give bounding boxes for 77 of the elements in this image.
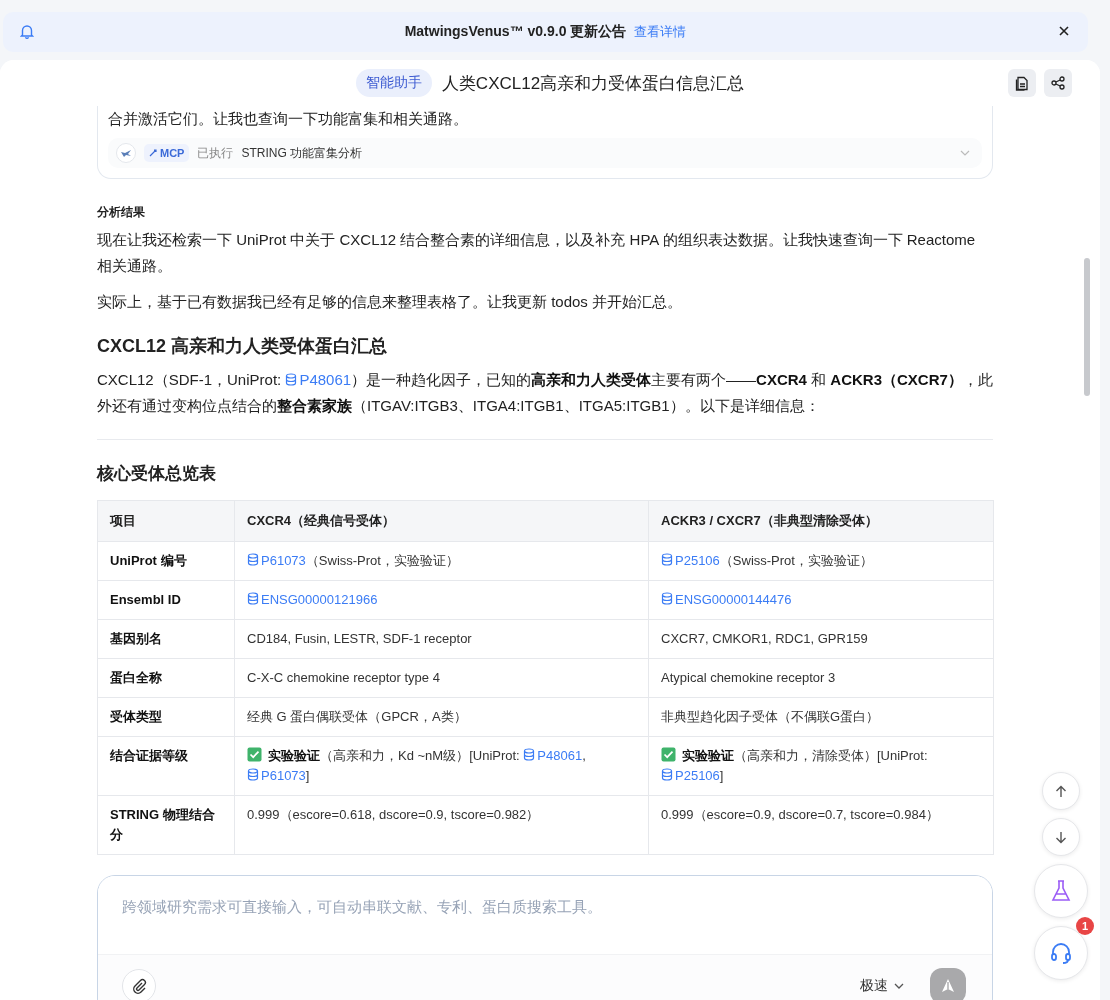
- table-cell: P25106（Swiss-Prot，实验验证）: [648, 541, 994, 581]
- bell-icon: [20, 24, 34, 39]
- announcement-title: MatwingsVenus™ v0.9.0 更新公告: [404, 23, 627, 41]
- notification-badge: 1: [1076, 917, 1094, 935]
- database-icon: [285, 373, 298, 386]
- column-header: ACKR3 / CXCR7（非典型清除受体）: [648, 500, 994, 542]
- row-label: 基因别名: [97, 619, 235, 659]
- lab-button[interactable]: [1034, 864, 1088, 918]
- database-icon: [247, 592, 259, 605]
- protein-link[interactable]: P61073: [247, 768, 306, 783]
- protein-link[interactable]: P25106: [661, 768, 720, 783]
- scrollbar-thumb[interactable]: [1084, 258, 1090, 396]
- paperclip-icon: [131, 978, 147, 994]
- chat-input-box[interactable]: 跨领域研究需求可直接输入，可自动串联文献、专利、蛋白质搜索工具。 极速: [97, 875, 993, 1000]
- send-button[interactable]: [930, 968, 966, 1000]
- intro-paragraph: CXCL12（SDF-1，UniProt: P48061）是一种趋化因子，已知的高亲和力人类受体主要有两个——CXCR4 和 ACKR3（CXCR7），此外还有通过变构位点结合的整合素家族（ITGAV:ITGB3、ITGA4:ITGB1、ITGA5:ITGB1）。以下是详细信息：: [97, 370, 993, 416]
- table-cell: P61073（Swiss-Prot，实验验证）: [234, 541, 649, 581]
- column-header: 项目: [97, 500, 235, 542]
- conversation-title: 人类CXCL12高亲和力受体蛋白信息汇总: [441, 72, 745, 95]
- document-icon: [1015, 75, 1029, 91]
- protein-link[interactable]: ENSG00000144476: [661, 592, 792, 607]
- view-details-link[interactable]: 查看详情: [634, 23, 687, 41]
- message-paragraph: 现在让我还检索一下 UniProt 中关于 CXCL12 结合整合素的详细信息，以及补充 HPA 的组织表达数据。让我快速查询一下 Reactome 相关通路。: [97, 230, 977, 276]
- table-cell: 实验验证（高亲和力，清除受体）[UniProt: P25106]: [648, 736, 994, 796]
- table-cell: 实验验证（高亲和力，Kd ~nM级）[UniProt: P48061, P61073]: [234, 736, 649, 796]
- share-button[interactable]: [1044, 69, 1072, 97]
- row-label: 结合证据等级: [97, 736, 235, 796]
- table-cell: 0.999（escore=0.618, dscore=0.9, tscore=0.982）: [234, 795, 649, 855]
- column-header: CXCR4（经典信号受体）: [234, 500, 649, 542]
- protein-link[interactable]: P25106: [661, 553, 720, 568]
- row-label: Ensembl ID: [97, 580, 235, 620]
- table-heading: 核心受体总览表: [97, 463, 217, 485]
- database-icon: [661, 592, 673, 605]
- flask-icon: [1051, 880, 1071, 902]
- scroll-down-button[interactable]: [1042, 818, 1080, 856]
- document-button[interactable]: [1008, 69, 1036, 97]
- attach-button[interactable]: [122, 969, 156, 1000]
- arrow-down-icon: [1055, 830, 1067, 844]
- checkmark-icon: [247, 747, 262, 762]
- tool-call-bar[interactable]: MCP 已执行 STRING 功能富集分析: [108, 138, 982, 168]
- database-icon: [661, 768, 673, 781]
- table-cell: 非典型趋化因子受体（不偶联G蛋白）: [648, 697, 994, 737]
- protein-link[interactable]: P48061: [285, 371, 352, 388]
- row-label: 蛋白全称: [97, 658, 235, 698]
- tool-name: STRING 功能富集分析: [241, 144, 364, 162]
- table-cell: 0.999（escore=0.9, dscore=0.7, tscore=0.984）: [648, 795, 994, 855]
- section-label: 分析结果: [97, 204, 146, 221]
- share-icon: [1051, 76, 1065, 90]
- arrow-up-icon: [1055, 784, 1067, 798]
- close-icon[interactable]: [1058, 25, 1070, 37]
- send-icon: [940, 978, 956, 994]
- database-icon: [247, 553, 259, 566]
- table-cell: CD184, Fusin, LESTR, SDF-1 receptor: [234, 619, 649, 659]
- database-icon: [523, 748, 536, 761]
- database-icon: [247, 768, 259, 781]
- message-text: 合并激活它们。让我也查询一下功能富集和相关通路。: [108, 109, 469, 129]
- checkmark-icon: [661, 747, 676, 762]
- bird-logo-icon: [116, 143, 136, 163]
- chevron-down-icon: [894, 983, 904, 989]
- table-cell: CXCR7, CMKOR1, RDC1, GPR159: [648, 619, 994, 659]
- row-label: UniProt 编号: [97, 541, 235, 581]
- message-paragraph: 实际上，基于已有数据我已经有足够的信息来整理表格了。让我更新 todos 并开始汇总。: [97, 292, 684, 312]
- database-icon: [661, 553, 673, 566]
- mode-dropdown[interactable]: 极速: [860, 977, 904, 995]
- protein-link[interactable]: ENSG00000121966: [247, 592, 378, 607]
- table-cell: Atypical chemokine receptor 3: [648, 658, 994, 698]
- tool-status: 已执行: [197, 144, 234, 162]
- section-heading: CXCL12 高亲和力人类受体蛋白汇总: [97, 335, 389, 358]
- table-cell: C-X-C chemokine receptor type 4: [234, 658, 649, 698]
- row-label: STRING 物理结合分: [97, 795, 235, 855]
- mcp-tag: MCP: [144, 144, 190, 162]
- scroll-up-button[interactable]: [1042, 772, 1080, 810]
- row-label: 受体类型: [97, 697, 235, 737]
- protein-link[interactable]: P61073: [247, 553, 306, 568]
- table-cell: 经典 G 蛋白偶联受体（GPCR，A类）: [234, 697, 649, 737]
- assistant-badge: 智能助手: [355, 69, 432, 97]
- headset-icon: [1050, 942, 1072, 964]
